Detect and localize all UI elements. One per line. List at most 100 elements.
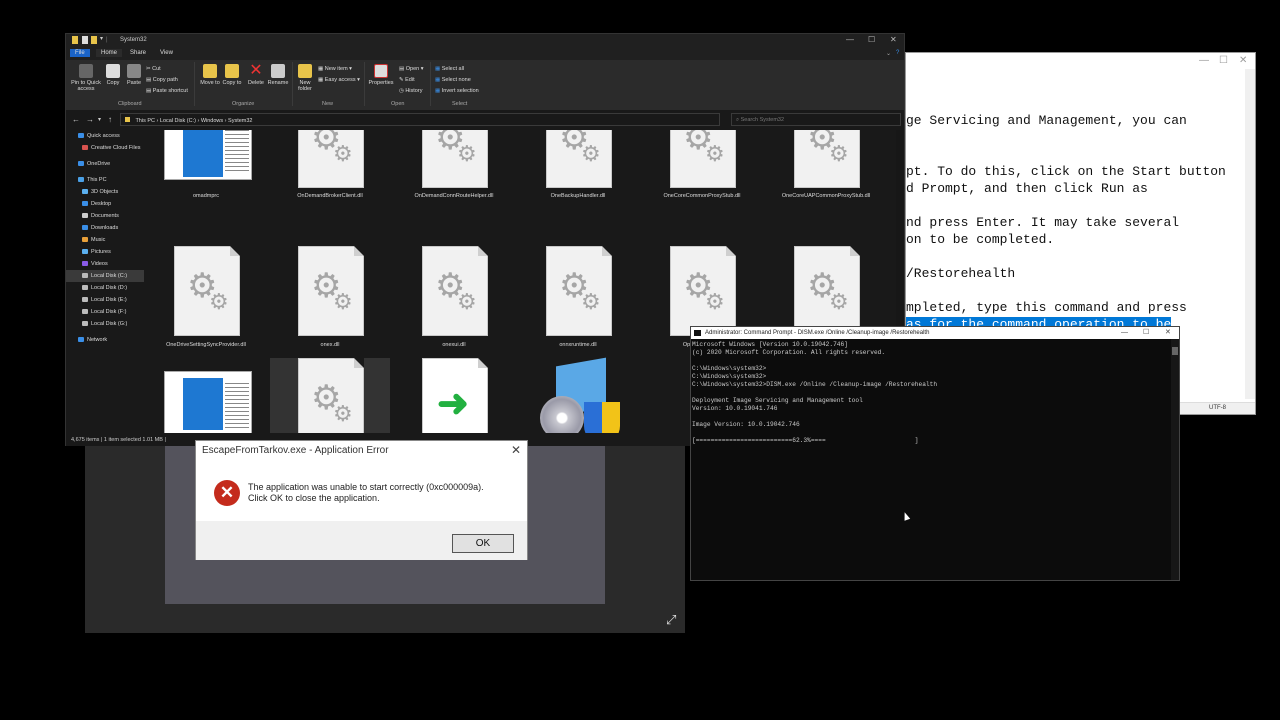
tab-share[interactable]: Share [130, 50, 146, 56]
notepad-text-area[interactable]: ge Servicing and Management, you can pt.… [906, 111, 1251, 327]
rename-button[interactable]: Rename [267, 64, 289, 86]
dll-gear-icon: ⚙ ⚙ [670, 130, 736, 188]
minimize-icon[interactable]: — [1199, 55, 1209, 66]
address-bar[interactable]: This PC › Local Disk (C:) › Windows › Sy… [120, 113, 720, 126]
recent-locations-icon[interactable]: ▾ [98, 116, 101, 123]
application-error-dialog: EscapeFromTarkov.exe - Application Error… [195, 440, 528, 560]
delete-button[interactable]: ✕ Delete [246, 63, 266, 87]
help-icon[interactable]: ? [896, 50, 899, 56]
nav-item[interactable]: Local Disk (G:) [66, 318, 144, 330]
back-arrow-icon[interactable]: ← [72, 115, 80, 124]
nav-item[interactable]: Music [66, 234, 144, 246]
nav-item-icon [82, 273, 88, 279]
nav-item[interactable]: Videos [66, 258, 144, 270]
copy-path-button[interactable]: ▤ Copy path [146, 77, 178, 83]
file-item[interactable]: ⚙ ⚙ onnxruntime.dll [518, 246, 638, 356]
file-item[interactable]: ⚙⚙opengl32.dll [270, 358, 390, 433]
open-group-label: Open [391, 101, 405, 107]
move-to-button[interactable]: Move to [200, 64, 220, 86]
tab-home[interactable]: Home [96, 49, 123, 57]
nav-item[interactable]: Local Disk (E:) [66, 294, 144, 306]
nav-item[interactable]: 3D Objects [66, 186, 144, 198]
nav-item[interactable]: Creative Cloud Files [66, 142, 144, 154]
minimize-icon[interactable]: — [846, 35, 854, 44]
dll-gear-icon: ⚙ ⚙ [422, 130, 488, 188]
cut-button[interactable]: ✂ Cut [146, 66, 161, 72]
notepad-scrollbar[interactable] [1245, 69, 1255, 399]
forward-arrow-icon[interactable]: → [86, 115, 94, 124]
chevron-down-icon[interactable]: ▾ [100, 35, 103, 42]
nav-item-label: Downloads [91, 225, 119, 231]
up-arrow-icon[interactable]: ↑ [108, 115, 112, 124]
nav-item[interactable]: Local Disk (C:) [66, 270, 144, 282]
file-item[interactable]: ⚙ ⚙ OneDriveSettingSyncProvider.dll [146, 246, 266, 356]
new-folder-icon[interactable] [91, 36, 97, 44]
file-item[interactable]: openfiles [146, 358, 266, 433]
nav-item-icon [82, 309, 88, 315]
nav-item[interactable]: OneDrive [66, 158, 144, 170]
easy-access-button[interactable]: ▦ Easy access ▾ [318, 77, 360, 83]
nav-item-label: 3D Objects [91, 189, 119, 195]
nav-item-label: Videos [91, 261, 108, 267]
paste-button[interactable]: Paste [124, 64, 144, 86]
file-item[interactable]: ⚙ ⚙ OnDemandBrokerClient.dll [270, 130, 390, 236]
maximize-icon[interactable]: ☐ [868, 35, 875, 44]
nav-item-label: Local Disk (E:) [91, 297, 127, 303]
properties-button[interactable]: Properties [366, 64, 396, 86]
file-item[interactable]: ➜OpenWith [394, 358, 514, 433]
properties-label: Properties [368, 80, 394, 86]
nav-item[interactable]: Local Disk (D:) [66, 282, 144, 294]
cmd-scrollbar[interactable] [1171, 339, 1179, 580]
close-icon[interactable]: ✕ [890, 35, 897, 44]
cmd-line: (c) 2020 Microsoft Corporation. All righ… [692, 349, 886, 356]
tab-view[interactable]: View [160, 50, 173, 56]
history-button[interactable]: ◷ History [399, 88, 422, 94]
nav-item[interactable]: Desktop [66, 198, 144, 210]
select-none-button[interactable]: ▦ Select none [435, 77, 471, 83]
copy-icon [106, 64, 120, 78]
close-icon[interactable]: ✕ [511, 443, 521, 457]
nav-item[interactable]: This PC [66, 174, 144, 186]
file-item[interactable]: ⚙ ⚙ onex.dll [270, 246, 390, 356]
close-icon[interactable]: ✕ [1165, 327, 1171, 339]
ok-button[interactable]: OK [452, 534, 514, 553]
nav-item[interactable]: Local Disk (F:) [66, 306, 144, 318]
file-item[interactable]: ⚙ ⚙ OnDemandConnRouteHelper.dll [394, 130, 514, 236]
nav-item-label: Documents [91, 213, 119, 219]
edit-button[interactable]: ✎ Edit [399, 77, 415, 83]
minimize-icon[interactable]: — [1121, 327, 1128, 339]
new-item-button[interactable]: ▦ New item ▾ [318, 66, 352, 72]
file-item[interactable]: ⚙ ⚙ OneBackupHandler.dll [518, 130, 638, 236]
nav-item[interactable]: Pictures [66, 246, 144, 258]
select-all-button[interactable]: ▦ Select all [435, 66, 464, 72]
paste-shortcut-button[interactable]: ▤ Paste shortcut [146, 88, 188, 94]
maximize-icon[interactable]: ☐ [1219, 55, 1228, 66]
nav-item[interactable]: Documents [66, 210, 144, 222]
tab-file[interactable]: File [70, 49, 90, 57]
nav-item[interactable]: Downloads [66, 222, 144, 234]
notepad-line: on to be completed. [906, 232, 1055, 247]
pin-to-quick-access-button[interactable]: Pin to Quick access [68, 64, 104, 92]
nav-item[interactable]: Network [66, 334, 144, 346]
close-icon[interactable]: ✕ [1239, 55, 1247, 66]
open-button[interactable]: ▤ Open ▾ [399, 66, 424, 72]
scrollbar-thumb[interactable] [1172, 347, 1178, 355]
maximize-icon[interactable]: ☐ [1143, 327, 1149, 339]
file-item[interactable]: omadmprc [146, 130, 266, 236]
file-item[interactable]: ⚙ ⚙ onexui.dll [394, 246, 514, 356]
properties-icon[interactable] [82, 36, 88, 44]
nav-item[interactable]: Quick access [66, 130, 144, 142]
cmd-output[interactable]: Microsoft Windows [Version 10.0.19042.74… [691, 341, 1171, 579]
invert-selection-button[interactable]: ▦ Invert selection [435, 88, 479, 94]
copy-button[interactable]: Copy [104, 64, 122, 86]
file-item[interactable]: OptionalFeatures [518, 357, 638, 433]
search-input[interactable]: ⌕ Search System32 [731, 113, 901, 126]
error-icon: ✕ [214, 480, 240, 506]
copy-to-button[interactable]: Copy to [222, 64, 242, 86]
file-name: onexui.dll [442, 342, 466, 348]
file-item[interactable]: ⚙ ⚙ OneCoreUAPCommonProxyStub.dll [766, 130, 886, 236]
ribbon-collapse-icon[interactable]: ⌄ [886, 50, 891, 57]
expand-icon[interactable]: ⤢ [666, 613, 680, 627]
file-item[interactable]: ⚙ ⚙ OneCoreCommonProxyStub.dll [642, 130, 762, 236]
new-folder-button[interactable]: New folder [294, 64, 316, 92]
